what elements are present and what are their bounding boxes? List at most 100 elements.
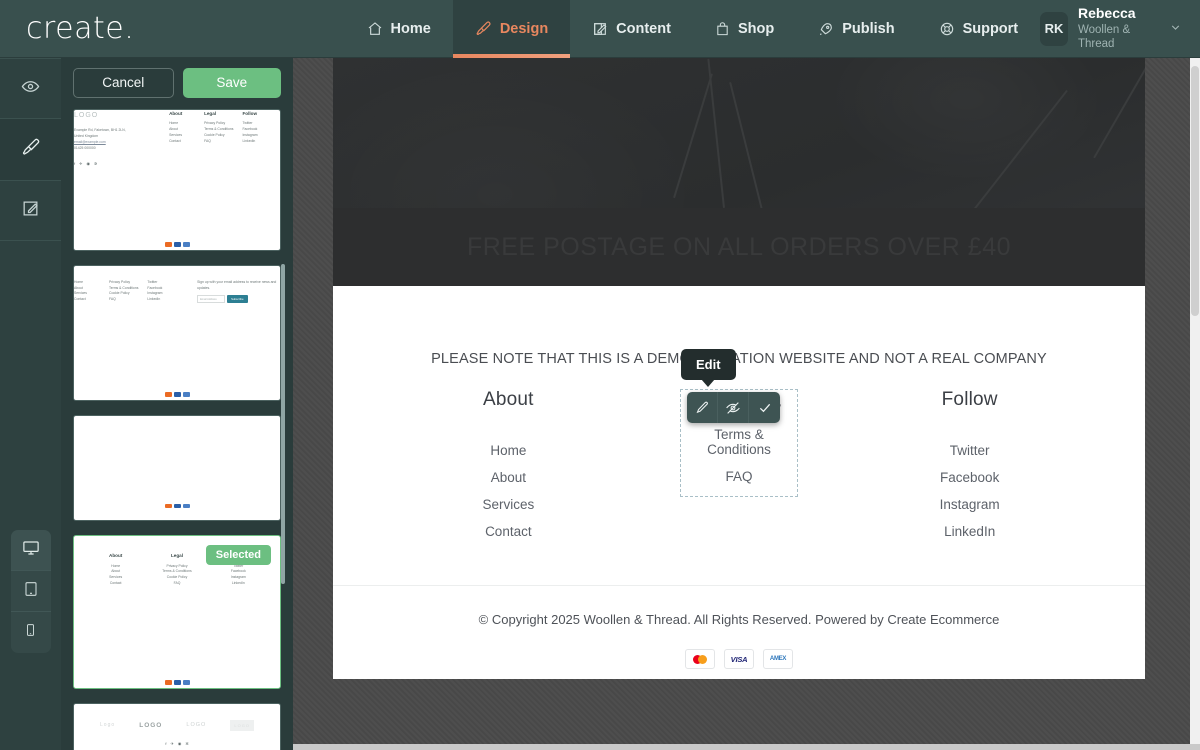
hero-banner[interactable]: FREE POSTAGE ON ALL ORDERS OVER £40 [333,58,1145,286]
sidebar-scrollbar-thumb[interactable] [281,264,285,584]
template-payment-cards [74,680,280,687]
template-column-heading: Legal [204,111,217,116]
template-phone: 01425 000000 [74,146,96,151]
pencil-icon[interactable] [687,392,718,423]
footer-link-twitter[interactable]: Twitter [854,437,1085,464]
nav-item-design[interactable]: Design [452,0,571,58]
footer-link-faq[interactable]: FAQ [681,463,797,490]
save-button[interactable]: Save [182,67,281,98]
footer-link-terms-conditions[interactable]: Terms & Conditions [681,421,797,463]
check-icon[interactable] [749,392,780,423]
footer-column-follow[interactable]: Follow Twitter Facebook Instagram Linked… [854,389,1085,545]
home-icon [367,21,383,37]
tool-buttons [0,58,61,241]
user-site-name: Woollen & Thread [1077,23,1131,51]
footer-link-linkedin[interactable]: LinkedIn [854,518,1085,545]
visa-icon: VISA [724,649,754,669]
template-option-4[interactable]: Selected About Home About Services Conta… [73,535,281,689]
template-copyright: © Copyright 2025 Woollen & Thread. All R… [74,428,278,500]
footer-link-facebook[interactable]: Facebook [854,464,1085,491]
device-desktop-button[interactable] [10,530,51,571]
footer-link-home[interactable]: Home [393,437,624,464]
preview-eye-icon [21,77,40,101]
footer-template-sidebar: Cancel Save LOGO Example Rd, Faketown, B… [61,58,293,750]
template-column-heading: Follow [242,111,258,116]
template-link: Contact [109,581,122,586]
tool-preview[interactable] [0,58,61,119]
template-column: Twitter Facebook Instagram LinkedIn [147,280,173,304]
nav-item-content[interactable]: Content [570,0,693,58]
footer-link-instagram[interactable]: Instagram [854,491,1085,518]
template-newsletter-form: Email Address Subscribe [197,295,280,304]
device-tablet-button[interactable] [10,571,51,612]
tool-content-edit[interactable] [0,180,61,241]
chevron-down-icon[interactable] [1169,21,1182,37]
footer-column-heading-about: About [483,389,534,410]
instagram-icon: ◉ [177,741,182,747]
template-column-heading: About [169,111,183,116]
rocket-icon [818,21,834,37]
template-link: Contact [74,297,86,302]
visa-icon [173,392,181,397]
desktop-icon [22,539,40,562]
device-mobile-button[interactable] [11,612,51,653]
template-social-row: f ✈ ◉ ✲ [74,160,159,167]
mastercard-icon [685,649,715,669]
eye-off-icon[interactable] [718,392,749,423]
template-link: LinkedIn [147,297,161,302]
template-column-heading: About [109,553,123,559]
template-copyright-bar: f ✈ ◉ ✲ © Copyright 2025 Woollen & Threa… [74,741,280,750]
main-nav: Home Design Content Shop Publish Support [345,0,1041,58]
template-link: LinkedIn [231,581,245,586]
template-column-heading: Legal [170,553,183,559]
user-menu[interactable]: RK Rebecca Woollen & Thread [1040,5,1200,51]
mastercard-icon [164,503,172,509]
nav-item-home[interactable]: Home [345,0,453,58]
create-logo[interactable]: create. [0,11,185,46]
website-page: FREE POSTAGE ON ALL ORDERS OVER £40 PLEA… [333,58,1145,679]
mastercard-icon [164,392,172,397]
template-option-2[interactable]: Home About Services Contact Privacy Poli… [73,264,281,401]
footer-column-about[interactable]: About Home About Services Contact [393,389,624,545]
template-option-5[interactable]: Logo LOGO LOGO LOGO f ✈ ◉ ✲ © Copyright … [73,702,281,750]
decorative-stem [1093,58,1145,159]
template-column: Home About Services Contact [74,280,100,304]
footer-link-services[interactable]: Services [393,491,624,518]
demo-notice: PLEASE NOTE THAT THIS IS A DEMONSTRATION… [431,351,1047,367]
decorative-stem [707,58,725,209]
nav-item-shop[interactable]: Shop [693,0,796,58]
footer-link-about[interactable]: About [393,464,624,491]
template-option-3[interactable]: © Copyright 2025 Woollen & Thread. All R… [73,414,281,522]
sidebar-scrollbar-track[interactable] [281,64,289,695]
template-list[interactable]: LOGO Example Rd, Faketown, BH1 2LN, Unit… [61,107,293,750]
canvas-scrollbar-thumb[interactable] [1191,66,1199,316]
template-logo-text: Logo [100,722,116,729]
pinterest-icon: ✲ [93,161,98,167]
template-copyright-bar: © Copyright 2025 Woollen & Thread. All R… [74,415,280,521]
template-copyright: © Copyright 2025 Woollen & Thread. All R… [74,605,278,677]
template-link: LinkedIn [242,138,256,143]
lifebuoy-icon [939,21,955,37]
postage-banner: FREE POSTAGE ON ALL ORDERS OVER £40 [333,208,1145,286]
footer-link-contact[interactable]: Contact [393,518,624,545]
amex-icon [182,503,190,509]
paintbrush-icon [21,137,41,162]
canvas-scrollbar-track[interactable] [1190,58,1200,750]
device-preview-group [0,530,61,653]
template-option-1[interactable]: LOGO Example Rd, Faketown, BH1 2LN, Unit… [73,109,281,251]
postage-banner-text: FREE POSTAGE ON ALL ORDERS OVER £40 [466,232,1012,261]
sidebar-action-buttons: Cancel Save [61,58,293,107]
decorative-stem [673,73,713,199]
paintbrush-icon [475,20,492,37]
nav-item-support[interactable]: Support [917,0,1041,58]
tool-design[interactable] [0,119,61,180]
template-copyright: © Copyright 2025 Woollen & Thread. All R… [74,317,278,389]
nav-item-publish[interactable]: Publish [796,0,916,58]
footer-copyright-bar[interactable]: © Copyright 2025 Woollen & Thread. All R… [333,585,1145,679]
selected-badge[interactable]: Selected [205,545,271,566]
cancel-button[interactable]: Cancel [73,67,174,98]
template-newsletter-text: Sign up with your email address to recei… [197,279,277,290]
canvas-bottom-scrollbar[interactable] [293,744,1200,750]
edit-square-icon [21,199,40,223]
template-copyright-bar: © Copyright 2025 Woollen & Thread. All R… [74,167,280,250]
